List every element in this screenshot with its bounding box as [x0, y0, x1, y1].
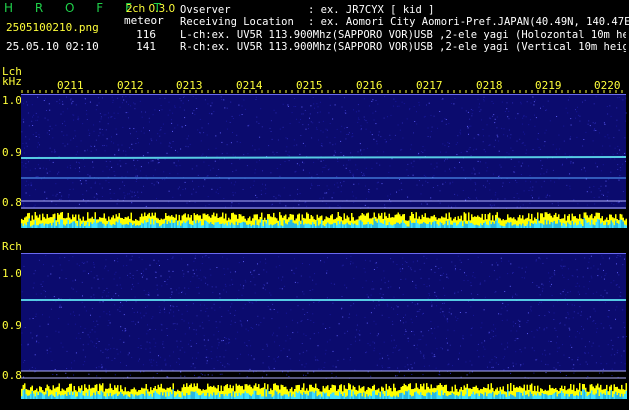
lch-carrier-line — [20, 156, 627, 159]
hroft-window: H R O F F T 2ch 0.3.0 2505100210.png met… — [0, 0, 629, 410]
time-tick-marks — [21, 90, 623, 93]
rch-level-bars — [21, 383, 627, 399]
lch-waterfall — [21, 94, 626, 209]
spectrogram-graphics — [20, 90, 627, 399]
rch-waterfall — [21, 253, 626, 371]
lch-level-bars — [21, 212, 627, 228]
